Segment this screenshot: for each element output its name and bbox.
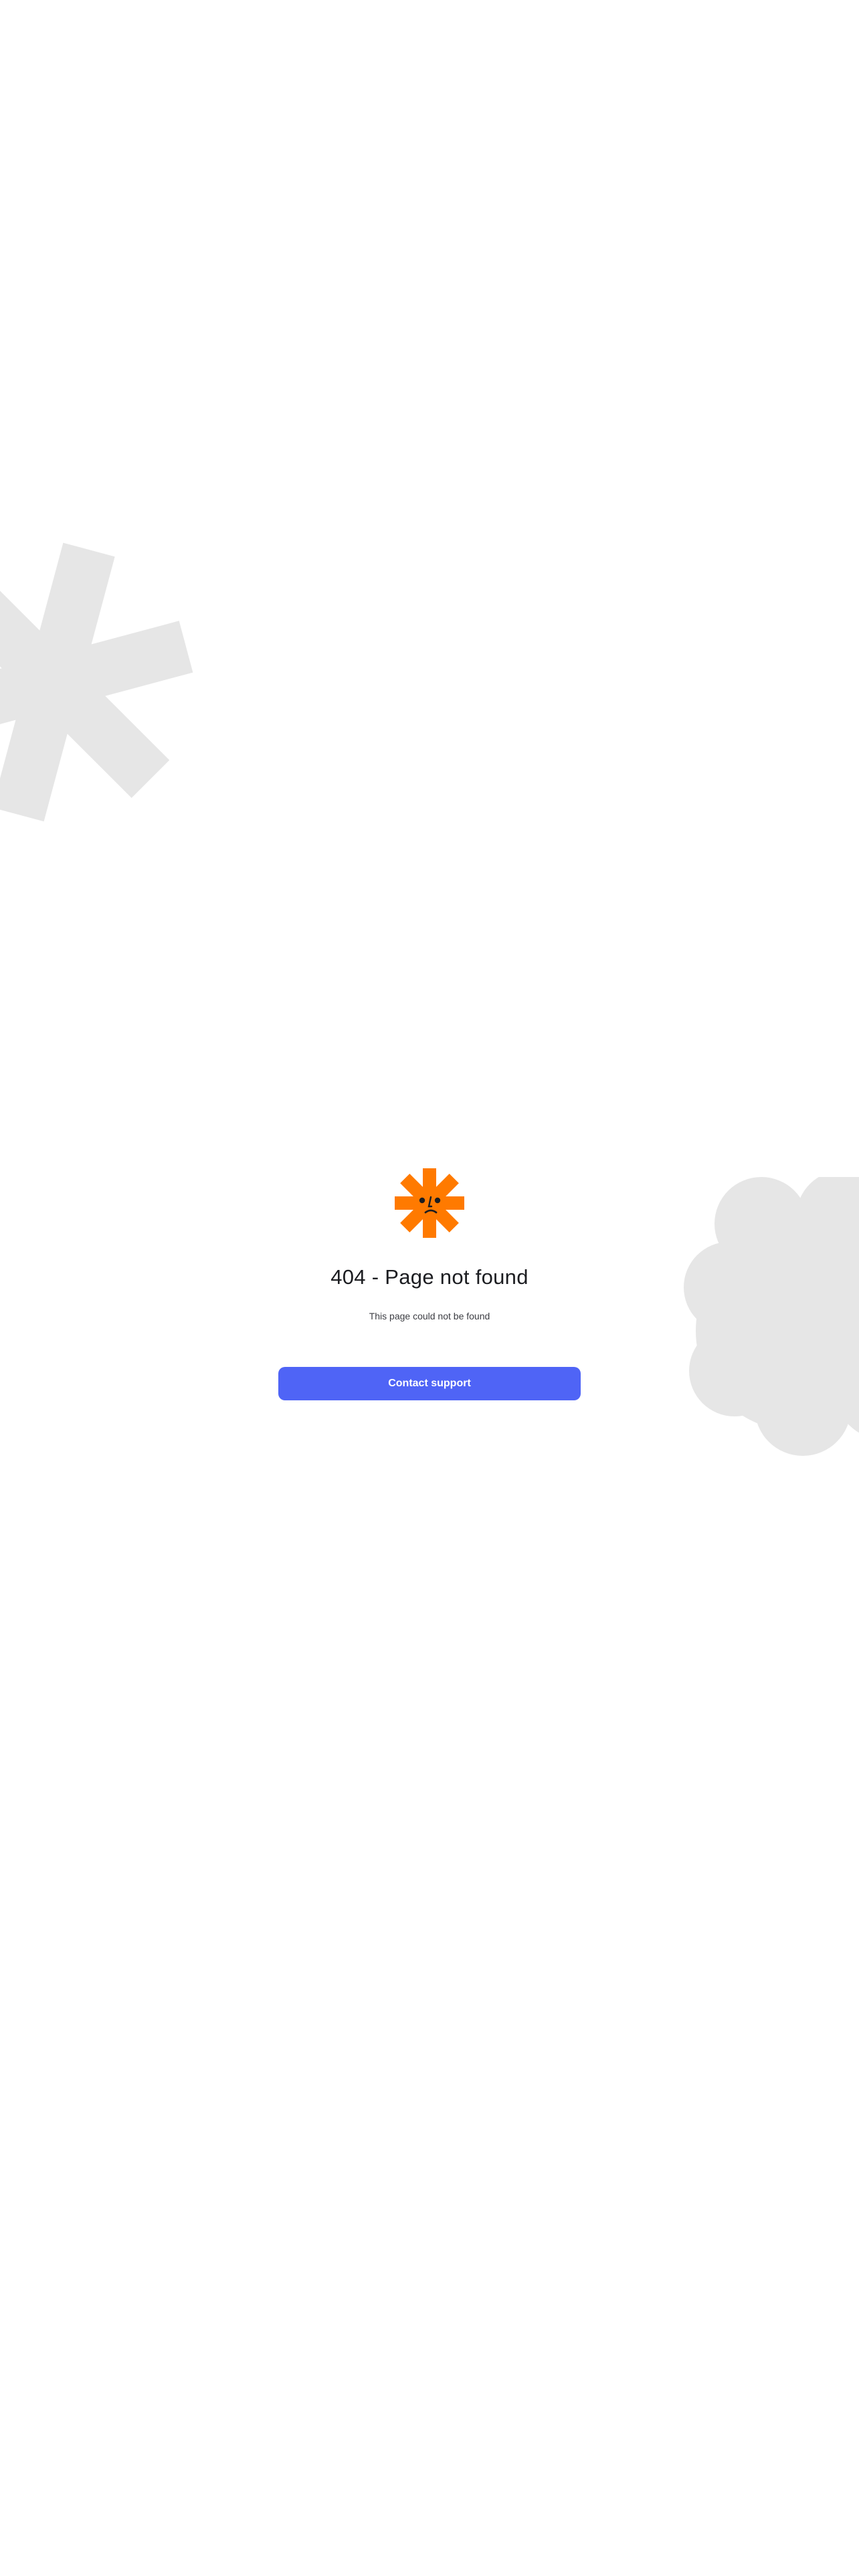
error-content: 404 - Page not found This page could not… xyxy=(0,1166,859,1400)
error-message: This page could not be found xyxy=(369,1311,490,1321)
asterisk-icon xyxy=(0,542,193,822)
contact-support-button[interactable]: Contact support xyxy=(278,1367,581,1400)
sad-asterisk-logo-icon xyxy=(395,1168,464,1238)
error-page: 404 - Page not found This page could not… xyxy=(0,0,859,2576)
page-title: 404 - Page not found xyxy=(330,1265,529,1289)
